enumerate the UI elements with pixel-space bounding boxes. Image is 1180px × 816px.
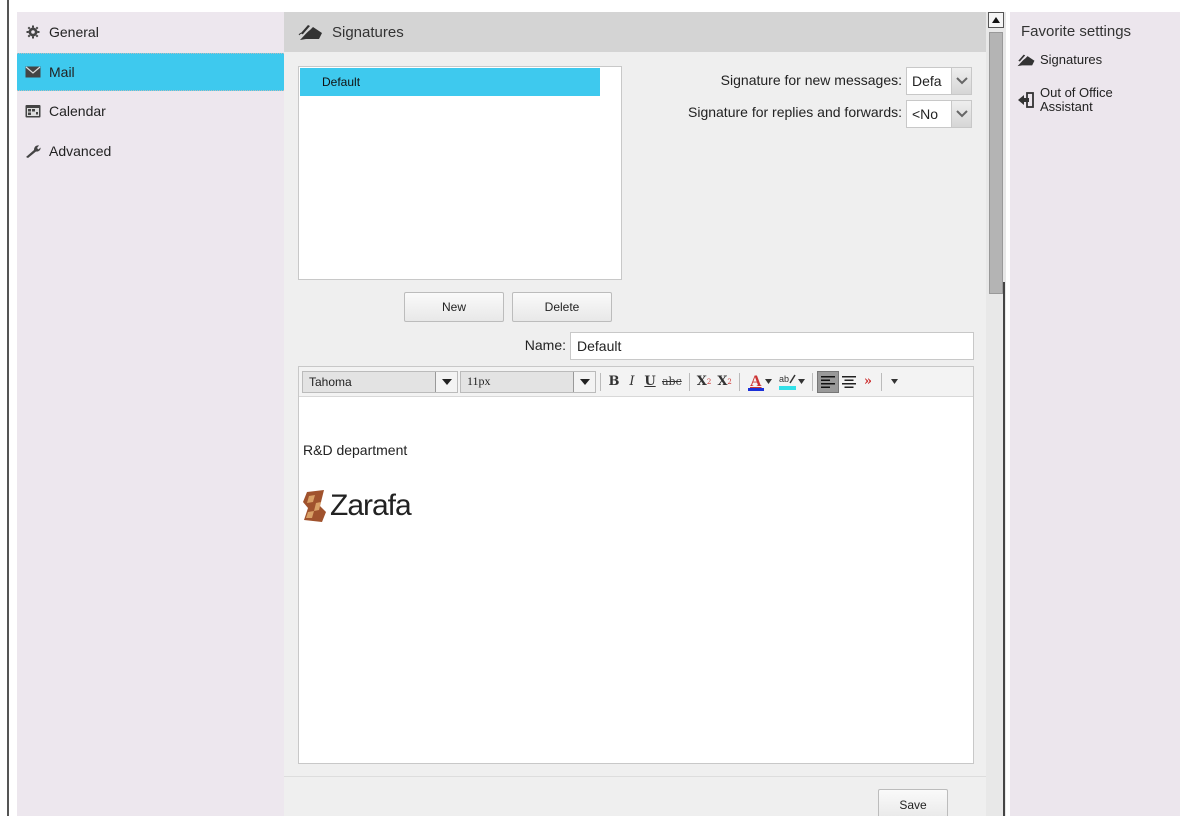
nav-item-label: General	[49, 24, 99, 40]
settings-nav: General Mail Calendar Advanced	[17, 12, 284, 816]
signature-icon	[1016, 52, 1036, 68]
font-size-select[interactable]: 11px	[460, 370, 596, 393]
nav-item-label: Advanced	[49, 143, 112, 159]
combo-value: Defa	[912, 73, 942, 89]
italic-button[interactable]: I	[623, 371, 641, 393]
toolbar-options-button[interactable]	[886, 371, 904, 393]
save-button[interactable]: Save	[878, 789, 948, 816]
signature-icon	[298, 23, 324, 41]
favorites-title: Favorite settings	[1021, 22, 1132, 40]
chevron-down-icon	[797, 379, 805, 384]
superscript-marker: 2	[706, 377, 712, 386]
subscript-icon: X	[717, 374, 728, 389]
nav-item-mail[interactable]: Mail	[17, 53, 284, 91]
font-size-value: 11px	[467, 374, 491, 388]
font-family-value: Tahoma	[309, 374, 352, 389]
font-family-select[interactable]: Tahoma	[302, 370, 458, 393]
out-of-office-icon	[1016, 92, 1036, 108]
panel-body: Default New Delete Signature for new mes…	[284, 52, 986, 776]
nav-item-label: Calendar	[49, 103, 106, 119]
scrollbar-thumb[interactable]	[989, 32, 1003, 294]
chevron-down-icon	[891, 379, 899, 384]
nav-item-calendar[interactable]: Calendar	[17, 91, 284, 131]
align-center-icon	[841, 375, 856, 388]
panel-header: Signatures	[284, 12, 986, 52]
list-item[interactable]: Default	[300, 68, 600, 96]
gear-icon	[25, 25, 41, 39]
svg-text:ab: ab	[779, 374, 789, 384]
editor-content[interactable]: R&D department Zarafa	[299, 398, 973, 763]
signature-editor: Tahoma 11px B I U abc X2 X2 A ab » R&D d…	[298, 366, 974, 764]
replies-select[interactable]: <No	[906, 100, 972, 128]
nav-item-general[interactable]: General	[17, 12, 284, 52]
wrench-icon	[25, 144, 41, 158]
toolbar-divider	[600, 372, 601, 391]
nav-item-label: Mail	[49, 64, 75, 80]
align-left-icon	[820, 375, 835, 388]
combo-value: <No	[912, 106, 939, 122]
zarafa-logo: Zarafa	[302, 488, 412, 524]
chevron-down-icon[interactable]	[951, 68, 971, 94]
svg-text:A: A	[750, 373, 762, 390]
superscript-button[interactable]: X2	[694, 371, 715, 393]
name-label: Name:	[524, 337, 566, 353]
calendar-icon	[25, 104, 41, 118]
favorite-label: Signatures	[1040, 52, 1103, 67]
editor-text: R&D department	[303, 442, 408, 458]
mail-icon	[25, 65, 41, 79]
superscript-icon: X	[696, 374, 707, 389]
name-field[interactable]: Default	[570, 332, 974, 360]
replies-label: Signature for replies and forwards:	[688, 104, 902, 120]
zarafa-logo-icon	[303, 490, 326, 522]
page-title: Signatures	[332, 23, 404, 41]
new-messages-select[interactable]: Defa	[906, 67, 972, 95]
underline-button[interactable]: U	[641, 371, 659, 393]
strikethrough-button[interactable]: abc	[659, 371, 685, 393]
favorite-settings: Favorite settings Signatures Out of Offi…	[1010, 12, 1180, 816]
vertical-scrollbar[interactable]	[986, 12, 1006, 816]
chevron-down-icon[interactable]	[573, 371, 595, 392]
editor-toolbar: Tahoma 11px B I U abc X2 X2 A ab »	[299, 367, 973, 397]
scroll-up-arrow-icon[interactable]	[988, 12, 1004, 28]
chevron-down-icon	[764, 379, 772, 384]
toolbar-divider	[688, 372, 690, 391]
text-color-button[interactable]: A	[744, 371, 775, 393]
nav-item-advanced[interactable]: Advanced	[17, 131, 284, 171]
bold-button[interactable]: B	[605, 371, 623, 393]
align-center-button[interactable]	[839, 371, 859, 393]
divider	[1003, 282, 1005, 816]
panel-footer: Save	[284, 776, 986, 816]
toolbar-divider	[738, 372, 740, 391]
subscript-marker: 2	[727, 377, 732, 386]
signature-list[interactable]: Default	[298, 66, 622, 280]
align-left-button[interactable]	[816, 370, 839, 393]
subscript-button[interactable]: X2	[714, 371, 735, 393]
text-color-icon: A	[747, 373, 764, 391]
delete-button[interactable]: Delete	[512, 292, 612, 322]
highlight-color-button[interactable]: ab	[775, 371, 808, 393]
toolbar-divider	[880, 372, 882, 391]
favorite-item-signatures[interactable]: Signatures	[1010, 52, 1180, 68]
new-button[interactable]: New	[404, 292, 504, 322]
highlight-icon: ab	[778, 374, 796, 390]
favorite-label: Out of Office Assistant	[1040, 85, 1113, 114]
toolbar-divider	[811, 372, 813, 391]
signatures-panel: Signatures Default New Delete Signature …	[284, 12, 986, 816]
chevron-down-icon[interactable]	[951, 101, 971, 127]
new-messages-label: Signature for new messages:	[720, 72, 902, 88]
favorite-item-out-of-office[interactable]: Out of Office Assistant	[1010, 86, 1180, 114]
logo-text: Zarafa	[330, 489, 412, 522]
more-tools-button[interactable]: »	[859, 371, 877, 393]
chevron-down-icon[interactable]	[435, 371, 457, 392]
